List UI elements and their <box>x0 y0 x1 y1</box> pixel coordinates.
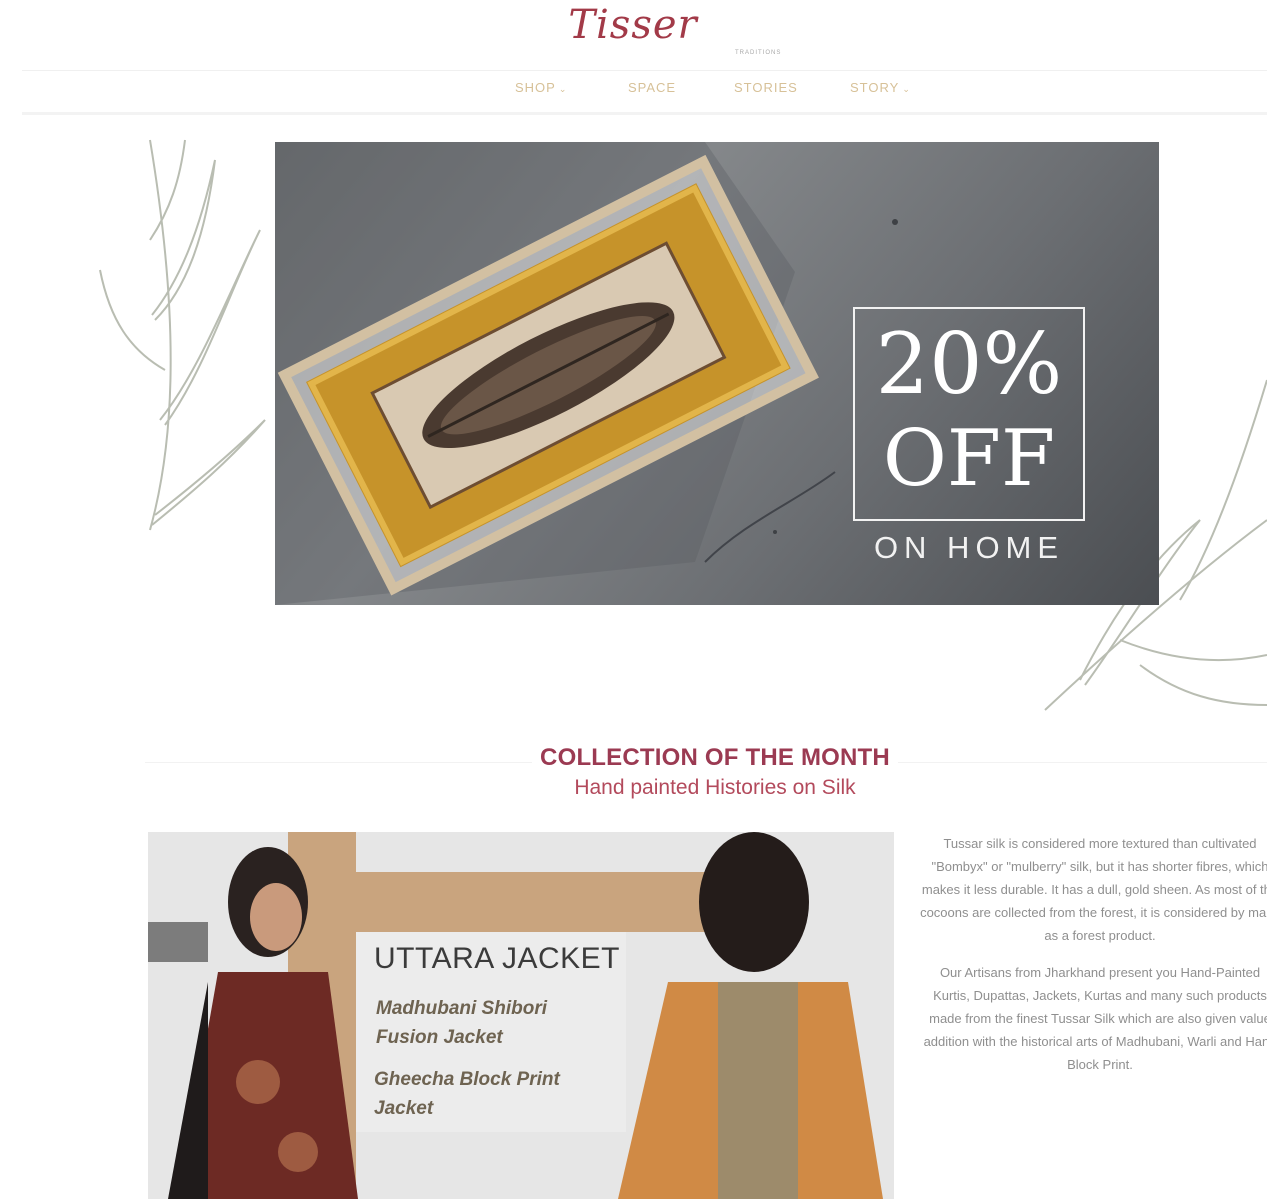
description-paragraph-1: Tussar silk is considered more textured … <box>920 836 1267 943</box>
nav-space[interactable]: SPACE <box>628 80 676 95</box>
discount-subtitle: ON HOME <box>873 530 1065 565</box>
chevron-down-icon: ⌄ <box>902 84 911 94</box>
nav-story-label: STORY <box>850 80 900 95</box>
promo-subtitle-2: Gheecha Block Print Jacket <box>374 1069 560 1119</box>
nav-story[interactable]: STORY ⌄ <box>850 80 911 95</box>
discount-off-label: OFF <box>882 414 1056 504</box>
collection-promo-image[interactable]: UTTARA JACKET Madhubani Shibori Fusion J… <box>148 832 894 1199</box>
promo-title: UTTARA JACKET <box>374 942 620 975</box>
discount-frame: 20% OFF <box>853 307 1085 521</box>
nav-shop-label: SHOP <box>515 80 556 95</box>
section-title: COLLECTION OF THE MONTH <box>0 744 1267 772</box>
header-divider-bottom <box>22 112 1267 115</box>
nav-space-label: SPACE <box>628 80 677 95</box>
promo-subtitle-1: Madhubani Shibori Fusion Jacket <box>376 998 547 1048</box>
collection-description: Tussar silk is considered more textured … <box>920 832 1267 1090</box>
site-header: Tisser TRADITIONS SHOP ⌄ SPACE STORIES ST… <box>0 0 1267 120</box>
promo-banner[interactable]: 20% OFF ON HOME <box>275 142 1159 605</box>
logo-tagline: TRADITIONS <box>735 50 782 56</box>
section-title-text: COLLECTION OF THE MONTH <box>532 744 898 771</box>
nav-stories-label: STORIES <box>734 80 798 95</box>
header-divider-top <box>22 70 1267 71</box>
description-paragraph-2: Our Artisans from Jharkhand present you … <box>923 965 1267 1072</box>
discount-percent: 20% <box>875 315 1063 413</box>
section-subtitle: Hand painted Histories on Silk <box>574 776 856 799</box>
nav-shop[interactable]: SHOP ⌄ <box>515 80 567 95</box>
nav-stories[interactable]: STORIES <box>734 80 798 95</box>
chevron-down-icon: ⌄ <box>558 84 568 94</box>
brand-logo[interactable]: Tisser <box>568 2 697 48</box>
